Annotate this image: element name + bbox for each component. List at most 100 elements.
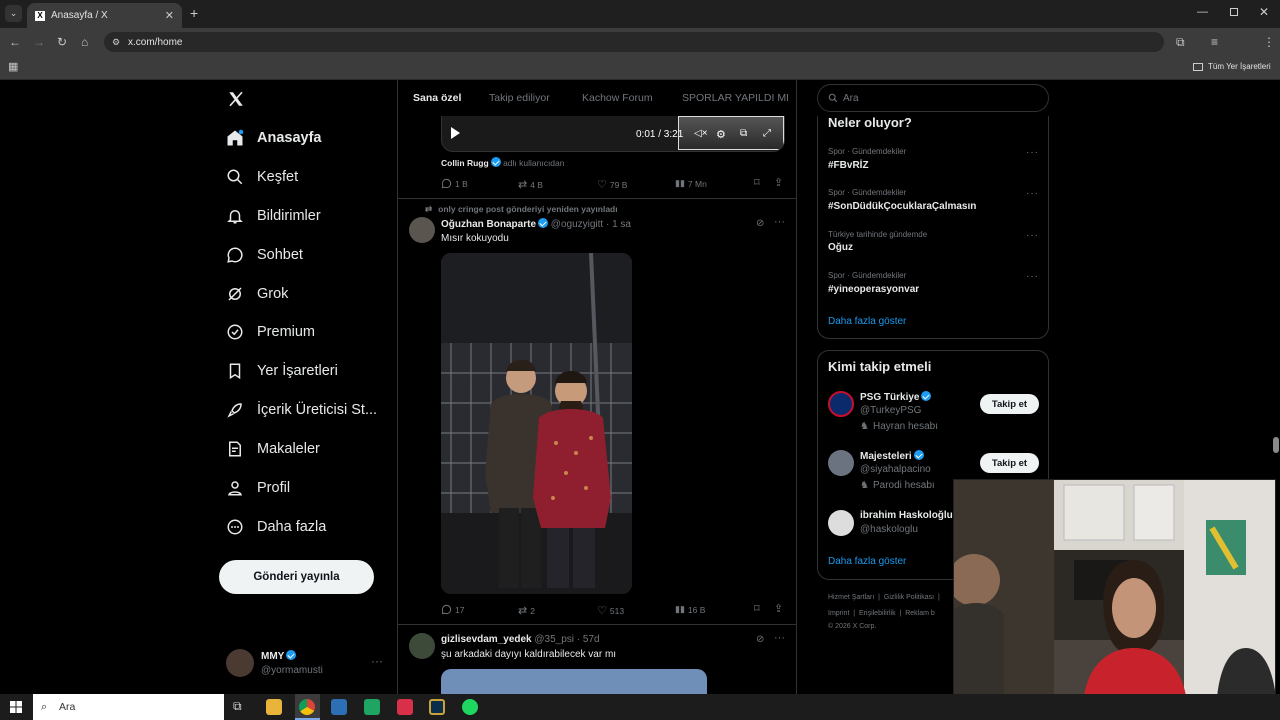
author-handle[interactable]: @oguzyigitt bbox=[551, 219, 603, 230]
suggest-name-row[interactable]: PSG Türkiye bbox=[860, 391, 932, 403]
restore-button[interactable] bbox=[1230, 8, 1238, 16]
suggest-name-row[interactable]: Majesteleri bbox=[860, 450, 924, 462]
sidebar-item-grok[interactable]: Grok bbox=[226, 283, 288, 305]
file-explorer-icon[interactable] bbox=[266, 699, 282, 715]
trend-name[interactable]: Oğuz bbox=[828, 242, 853, 253]
app-icon-green[interactable] bbox=[364, 699, 380, 715]
post-time[interactable]: · 1 sa bbox=[606, 219, 631, 230]
sidebar-item-bookmarks[interactable]: Yer İşaretleri bbox=[226, 360, 338, 382]
tab-following[interactable]: Takip ediliyor bbox=[489, 92, 550, 104]
tab-for-you[interactable]: Sana özel bbox=[413, 92, 461, 104]
post-button[interactable]: Gönderi yayınla bbox=[219, 560, 374, 594]
mute-icon[interactable]: ◁× bbox=[694, 128, 708, 139]
post-photo[interactable] bbox=[441, 669, 707, 694]
x-logo[interactable] bbox=[227, 90, 245, 108]
address-bar[interactable]: ⚙ x.com/home bbox=[104, 32, 1164, 52]
sidebar-item-chat[interactable]: Sohbet bbox=[226, 244, 303, 266]
taskbar-search-input[interactable]: ⌕ Ara bbox=[33, 694, 224, 720]
follow-button[interactable]: Takip et bbox=[980, 453, 1039, 473]
post-photo[interactable] bbox=[441, 253, 632, 594]
repost-action[interactable]: ⇄ 4 B bbox=[518, 178, 543, 191]
minimize-button[interactable]: — bbox=[1197, 6, 1208, 18]
reply-action[interactable]: 17 bbox=[441, 604, 464, 615]
forward-arrow-icon[interactable]: → bbox=[33, 35, 45, 49]
source-name[interactable]: Collin Rugg bbox=[441, 158, 489, 168]
tab-search-button[interactable]: ⌄ bbox=[5, 5, 22, 22]
avatar[interactable] bbox=[409, 217, 435, 243]
like-action[interactable]: ♡ 79 B bbox=[597, 178, 627, 191]
bookmark-icon[interactable]: ⌑ bbox=[754, 176, 760, 189]
active-tab[interactable]: X Anasayfa / X ✕ bbox=[27, 3, 182, 28]
scrollbar-thumb[interactable] bbox=[1273, 437, 1279, 453]
sidebar-item-articles[interactable]: Makaleler bbox=[226, 438, 320, 460]
settings-gear-icon[interactable]: ⚙ bbox=[716, 128, 726, 141]
footer-accessibility[interactable]: Erişilebilirlik bbox=[859, 610, 896, 617]
grok-post-icon[interactable]: ⊘ bbox=[756, 634, 764, 645]
trend-more-icon[interactable]: ··· bbox=[1026, 230, 1039, 241]
grok-post-icon[interactable]: ⊘ bbox=[756, 218, 764, 229]
account-more-icon[interactable]: ··· bbox=[371, 654, 383, 668]
app-icon-gold[interactable] bbox=[429, 699, 445, 715]
sidebar-item-more[interactable]: Daha fazla bbox=[226, 516, 326, 538]
site-info-icon[interactable]: ⚙ bbox=[112, 37, 122, 47]
footer-imprint[interactable]: Imprint bbox=[828, 610, 849, 617]
footer-ads[interactable]: Reklam b bbox=[905, 610, 935, 617]
play-icon[interactable] bbox=[451, 127, 460, 139]
author-name[interactable]: gizlisevdam_yedek bbox=[441, 634, 532, 645]
who-show-more[interactable]: Daha fazla göster bbox=[828, 556, 906, 567]
trend-name[interactable]: #yineoperasyonvar bbox=[828, 284, 919, 295]
sidebar-item-profile[interactable]: Profil bbox=[226, 477, 290, 499]
pip-icon[interactable]: ⧉ bbox=[740, 128, 747, 139]
footer-privacy[interactable]: Gizlilik Politikası bbox=[884, 594, 934, 601]
follow-button[interactable]: Takip et bbox=[980, 394, 1039, 414]
video-player[interactable]: 0:01 / 3:21 ◁× ⚙ ⧉ ⤢ bbox=[441, 116, 785, 152]
trends-show-more[interactable]: Daha fazla göster bbox=[828, 316, 906, 327]
avatar[interactable] bbox=[828, 391, 854, 417]
suggest-name[interactable]: ibrahim Haskoloğlu bbox=[860, 510, 953, 521]
tab-sporlar[interactable]: SPORLAR YAPILDI MI bbox=[682, 92, 789, 104]
sidebar-item-home[interactable]: Anasayfa bbox=[226, 127, 321, 149]
menu-kebab-icon[interactable]: ⋮ bbox=[1263, 35, 1275, 49]
views-action[interactable]: ▮▮ 7 Mn bbox=[675, 178, 707, 189]
sidebar-item-premium[interactable]: Premium bbox=[226, 321, 315, 343]
trend-name[interactable]: #FBvRİZ bbox=[828, 160, 869, 171]
new-tab-button[interactable]: + bbox=[190, 6, 198, 20]
extensions-icon[interactable]: ⧉ bbox=[1176, 35, 1185, 49]
trend-more-icon[interactable]: ··· bbox=[1026, 147, 1039, 158]
trend-more-icon[interactable]: ··· bbox=[1026, 271, 1039, 282]
home-button-icon[interactable]: ⌂ bbox=[81, 35, 88, 49]
app-icon-blue[interactable] bbox=[331, 699, 347, 715]
sidebar-item-explore[interactable]: Keşfet bbox=[226, 166, 298, 188]
spotify-icon[interactable] bbox=[462, 699, 478, 715]
footer-terms[interactable]: Hizmet Şartları bbox=[828, 594, 874, 601]
task-view-icon[interactable]: ⧉ bbox=[233, 699, 242, 714]
post-more-icon[interactable]: ··· bbox=[774, 216, 785, 228]
bookmark-icon[interactable]: ⌑ bbox=[754, 602, 760, 615]
share-icon[interactable]: ⇪ bbox=[774, 176, 783, 189]
like-action[interactable]: ♡ 513 bbox=[597, 604, 624, 617]
trend-more-icon[interactable]: ··· bbox=[1026, 188, 1039, 199]
sidebar-item-creator-studio[interactable]: İçerik Üreticisi St... bbox=[226, 399, 377, 421]
author-name[interactable]: Oğuzhan Bonaparte bbox=[441, 219, 536, 230]
reload-icon[interactable]: ↻ bbox=[57, 35, 67, 49]
search-input[interactable]: Ara bbox=[817, 84, 1049, 112]
sidebar-item-notifications[interactable]: Bildirimler bbox=[226, 205, 321, 227]
share-icon[interactable]: ⇪ bbox=[774, 602, 783, 615]
avatar[interactable] bbox=[828, 450, 854, 476]
views-action[interactable]: ▮▮ 16 B bbox=[675, 604, 705, 615]
close-tab-icon[interactable]: ✕ bbox=[165, 9, 174, 22]
avatar[interactable] bbox=[828, 510, 854, 536]
tab-kachow-forum[interactable]: Kachow Forum bbox=[582, 92, 653, 104]
media-control-icon[interactable]: ≡ bbox=[1211, 35, 1218, 49]
reply-action[interactable]: 1 B bbox=[441, 178, 468, 189]
post-time[interactable]: · 57d bbox=[577, 634, 600, 645]
back-arrow-icon[interactable]: ← bbox=[9, 35, 21, 49]
close-window-button[interactable]: ✕ bbox=[1259, 5, 1269, 19]
fullscreen-icon[interactable]: ⤢ bbox=[763, 128, 771, 139]
avatar[interactable] bbox=[409, 633, 435, 659]
account-switcher[interactable]: MMY @yormamusti ··· bbox=[226, 646, 386, 680]
apps-grid-icon[interactable]: ▦ bbox=[8, 60, 18, 74]
windows-start-icon[interactable] bbox=[10, 701, 22, 713]
repost-action[interactable]: ⇄ 2 bbox=[518, 604, 535, 617]
all-bookmarks-folder[interactable]: Tüm Yer İşaretleri bbox=[1193, 62, 1271, 71]
